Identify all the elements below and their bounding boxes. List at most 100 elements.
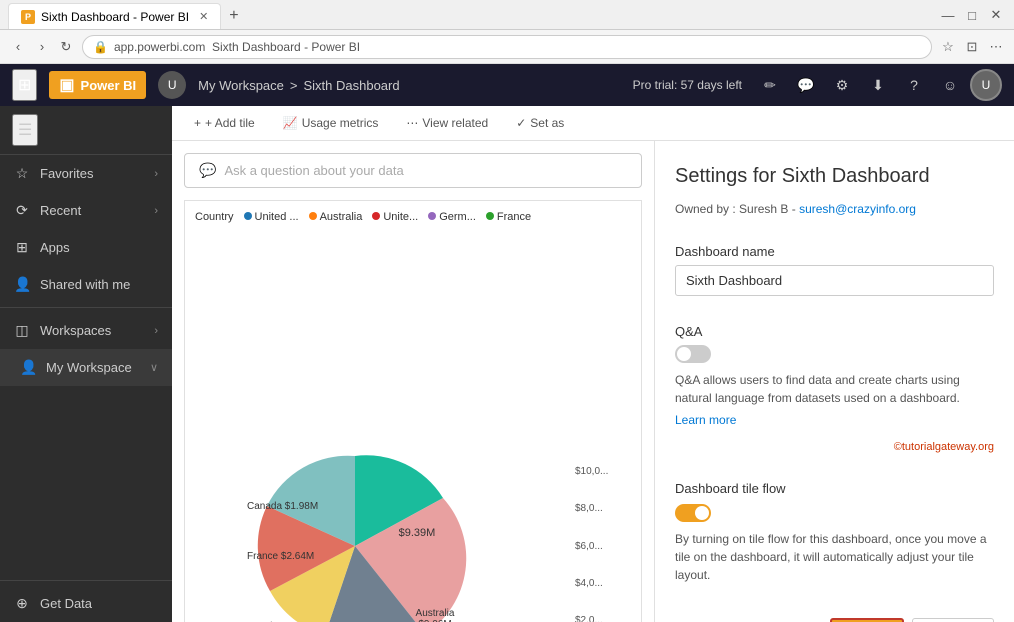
- powerbi-icon: ▣: [59, 75, 74, 95]
- breadcrumb-separator: >: [290, 78, 298, 93]
- sidebar-item-shared[interactable]: 👤 Shared with me: [0, 266, 172, 303]
- chart-legend: Country United ... Australia Unite... Ge…: [195, 211, 631, 223]
- sidebar-item-label: Recent: [40, 203, 81, 218]
- cancel-button[interactable]: Cancel: [912, 618, 994, 622]
- qa-icon: 💬: [199, 162, 216, 179]
- qa-toggle[interactable]: [675, 345, 711, 363]
- sales-term-label: Sales Ter...: [515, 241, 575, 622]
- download-icon[interactable]: ⬇: [862, 69, 894, 101]
- legend-item-4: France: [486, 211, 531, 223]
- qa-placeholder: Ask a question about your data: [224, 163, 403, 178]
- nav-user-avatar-small[interactable]: U: [158, 71, 186, 99]
- watermark: ©tutorialgateway.org: [675, 441, 994, 453]
- sidebar-item-label: Favorites: [40, 166, 93, 181]
- y-axis-val-4: $2,0...: [575, 615, 608, 622]
- svg-text:Canada $1.98M: Canada $1.98M: [247, 501, 318, 512]
- comment-icon[interactable]: 💬: [790, 69, 822, 101]
- settings-icon[interactable]: ⚙: [826, 69, 858, 101]
- content-area: ☰ ☆ Favorites › ⟳ Recent › ⊞ Apps 👤 Shar…: [0, 106, 1014, 622]
- sidebar-divider: [0, 307, 172, 308]
- sidebar-item-label: Shared with me: [40, 277, 130, 292]
- qa-bar[interactable]: 💬 Ask a question about your data: [184, 153, 642, 188]
- dashboard-content: 💬 Ask a question about your data Country…: [172, 141, 654, 622]
- qa-toggle-row: [675, 345, 994, 363]
- owned-by-label: Owned by : Suresh B -: [675, 202, 796, 216]
- sidebar-hamburger-icon[interactable]: ☰: [12, 114, 38, 146]
- tab-close-button[interactable]: ✕: [199, 10, 208, 23]
- breadcrumb-current: Sixth Dashboard: [303, 78, 399, 93]
- learn-more-link[interactable]: Learn more: [675, 413, 994, 427]
- legend-item-3: Germ...: [428, 211, 476, 223]
- url-display: app.powerbi.com Sixth Dashboard - Power …: [114, 40, 360, 54]
- settings-menu-button[interactable]: ⋯: [986, 37, 1006, 57]
- toggle-knob: [677, 347, 691, 361]
- qa-description: Q&A allows users to find data and create…: [675, 371, 994, 407]
- active-tab[interactable]: P Sixth Dashboard - Power BI ✕: [8, 3, 221, 29]
- sidebar-item-apps[interactable]: ⊞ Apps: [0, 229, 172, 266]
- help-icon[interactable]: ?: [898, 69, 930, 101]
- add-tile-button[interactable]: + + Add tile: [188, 112, 261, 134]
- dashboard-name-section: Dashboard name: [675, 244, 994, 296]
- svg-text:$9.39M: $9.39M: [399, 527, 436, 539]
- address-bar[interactable]: 🔒 app.powerbi.com Sixth Dashboard - Powe…: [82, 35, 932, 59]
- toolbar: + + Add tile 📈 Usage metrics ⋯ View rela…: [172, 106, 1014, 141]
- sidebar-item-get-data[interactable]: ⊕ Get Data: [0, 585, 172, 622]
- usage-metrics-button[interactable]: 📈 Usage metrics: [277, 112, 385, 134]
- app-container: ⊞ ▣ Power BI U My Workspace > Sixth Dash…: [0, 64, 1014, 622]
- y-axis-val-0: $10,0...: [575, 466, 608, 477]
- top-navigation: ⊞ ▣ Power BI U My Workspace > Sixth Dash…: [0, 64, 1014, 106]
- view-related-button[interactable]: ⋯ View related: [400, 112, 494, 134]
- plus-icon: +: [194, 116, 201, 130]
- y-axis-val-2: $6,0...: [575, 541, 608, 552]
- sidebar-item-recent[interactable]: ⟳ Recent ›: [0, 192, 172, 229]
- tile-flow-toggle[interactable]: [675, 504, 711, 522]
- toggle-knob-on: [695, 506, 709, 520]
- sidebar-item-workspaces[interactable]: ◫ Workspaces ›: [0, 312, 172, 349]
- forward-button[interactable]: ›: [32, 37, 52, 57]
- legend-item-0: United ...: [244, 211, 299, 223]
- tile-flow-toggle-row: [675, 504, 994, 522]
- tab-title: Sixth Dashboard - Power BI: [41, 10, 189, 24]
- sidebar-item-label: Workspaces: [40, 323, 111, 338]
- legend-item-1: Australia: [309, 211, 363, 223]
- tile-flow-section: Dashboard tile flow By turning on tile f…: [675, 481, 994, 584]
- extensions-button[interactable]: ⊡: [962, 37, 982, 57]
- browser-address-bar: ‹ › ↻ 🔒 app.powerbi.com Sixth Dashboard …: [0, 30, 1014, 64]
- close-button[interactable]: ✕: [986, 5, 1006, 25]
- star-button[interactable]: ☆: [938, 37, 958, 57]
- emoji-icon[interactable]: ☺: [934, 69, 966, 101]
- y-axis-val-3: $4,0...: [575, 578, 608, 589]
- y-axis-val-1: $8,0...: [575, 503, 608, 514]
- sidebar-item-my-workspace[interactable]: 👤 My Workspace ∨: [0, 349, 172, 386]
- main-content: + + Add tile 📈 Usage metrics ⋯ View rela…: [172, 106, 1014, 622]
- sidebar-item-label: Get Data: [40, 596, 92, 611]
- nav-user-avatar[interactable]: U: [970, 69, 1002, 101]
- refresh-button[interactable]: ↻: [56, 37, 76, 57]
- back-button[interactable]: ‹: [8, 37, 28, 57]
- breadcrumb: My Workspace > Sixth Dashboard: [198, 78, 399, 93]
- pro-trial-badge: Pro trial: 57 days left: [633, 78, 742, 92]
- legend-country-label: Country: [195, 211, 234, 223]
- maximize-button[interactable]: □: [962, 5, 982, 25]
- metrics-icon: 📈: [283, 116, 298, 130]
- nav-icons: ✏ 💬 ⚙ ⬇ ? ☺ U: [754, 69, 1002, 101]
- edit-icon[interactable]: ✏: [754, 69, 786, 101]
- minimize-button[interactable]: —: [938, 5, 958, 25]
- powerbi-logo-text: Power BI: [81, 78, 137, 93]
- grid-icon[interactable]: ⊞: [12, 69, 37, 101]
- new-tab-button[interactable]: +: [221, 3, 246, 29]
- dashboard-name-input[interactable]: [675, 265, 994, 296]
- set-as-icon: ✓: [516, 116, 526, 130]
- workspaces-icon: ◫: [14, 322, 30, 339]
- tile-flow-description: By turning on tile flow for this dashboa…: [675, 530, 994, 584]
- save-button[interactable]: Save: [830, 618, 904, 622]
- owner-email-link[interactable]: suresh@crazyinfo.org: [799, 202, 916, 216]
- chevron-right-icon: ›: [154, 325, 158, 337]
- breadcrumb-workspace[interactable]: My Workspace: [198, 78, 284, 93]
- favorites-icon: ☆: [14, 165, 30, 182]
- sidebar-divider-bottom: [0, 580, 172, 581]
- set-as-button[interactable]: ✓ Set as: [510, 112, 570, 134]
- sidebar-header: ☰: [0, 106, 172, 155]
- sidebar-item-favorites[interactable]: ☆ Favorites ›: [0, 155, 172, 192]
- tab-favicon: P: [21, 10, 35, 24]
